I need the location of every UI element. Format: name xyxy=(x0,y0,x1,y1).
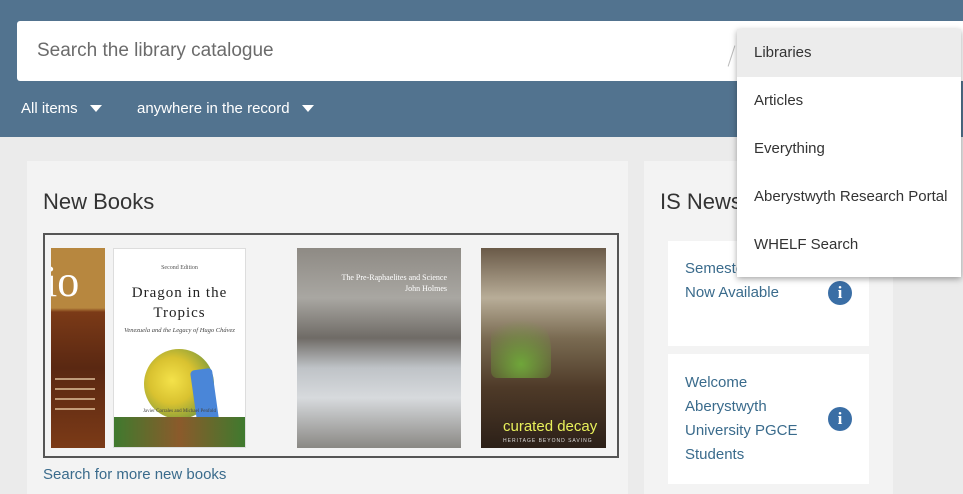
cover-title: Dragon in the Tropics xyxy=(131,285,228,321)
search-scope-dropdown: Libraries Articles Everything Aberystwyt… xyxy=(737,29,961,277)
dropdown-item-libraries[interactable]: Libraries xyxy=(737,29,961,77)
news-item-link[interactable]: Welcome Aberystwyth University PGCE Stud… xyxy=(685,371,820,467)
search-input[interactable] xyxy=(37,21,727,81)
cover-subtitle: Venezuela and the Legacy of Hugo Chávez xyxy=(124,327,235,334)
grass-illustration xyxy=(491,308,551,378)
book-cover-dragon-in-the-tropics[interactable]: Second Edition Dragon in the Tropics Ven… xyxy=(113,248,246,448)
info-icon[interactable]: i xyxy=(828,281,852,305)
cover-ground xyxy=(114,417,245,447)
more-new-books-link[interactable]: Search for more new books xyxy=(43,466,226,483)
cover-authors: Javier Corrales and Michael Penfold xyxy=(142,409,217,414)
is-news-title: IS News xyxy=(660,189,742,214)
dropdown-item-whelf-search[interactable]: WHELF Search xyxy=(737,221,961,269)
book-cover-curated-decay[interactable]: curated decay HERITAGE BEYOND SAVING xyxy=(481,248,606,448)
all-items-filter[interactable]: All items xyxy=(21,100,102,117)
cover-line xyxy=(55,408,95,410)
book-cover[interactable]: io xyxy=(51,248,105,448)
news-item[interactable]: Welcome Aberystwyth University PGCE Stud… xyxy=(668,354,869,484)
cover-line xyxy=(55,388,95,390)
cover-subtitle: HERITAGE BEYOND SAVING xyxy=(503,438,593,444)
new-books-title: New Books xyxy=(43,189,155,214)
book-carousel[interactable]: io Second Edition Dragon in the Tropics … xyxy=(43,233,619,458)
cover-title: The Pre-Raphaelites and Science John Holm… xyxy=(341,272,447,294)
scope-filter[interactable]: anywhere in the record xyxy=(137,100,314,117)
new-books-card: New Books io Second Edition Dragon in th… xyxy=(27,161,628,494)
cover-edition: Second Edition xyxy=(161,265,198,271)
caret-down-icon xyxy=(301,105,314,112)
cover-line xyxy=(55,378,95,380)
search-divider xyxy=(727,45,736,67)
dropdown-item-articles[interactable]: Articles xyxy=(737,77,961,125)
info-icon[interactable]: i xyxy=(828,407,852,431)
cover-line xyxy=(55,398,95,400)
dropdown-item-research-portal[interactable]: Aberystwyth Research Portal xyxy=(737,173,961,221)
caret-down-icon xyxy=(89,105,102,112)
all-items-label: All items xyxy=(21,100,78,117)
cover-title-text: The Pre-Raphaelites and Science xyxy=(341,273,447,282)
cover-title: curated decay xyxy=(503,418,598,435)
scope-label: anywhere in the record xyxy=(137,100,290,117)
dropdown-item-everything[interactable]: Everything xyxy=(737,125,961,173)
cover-text: io xyxy=(51,257,80,306)
book-cover-pre-raphaelites[interactable]: The Pre-Raphaelites and Science John Holm… xyxy=(297,248,461,448)
cover-author: John Holmes xyxy=(405,284,447,293)
